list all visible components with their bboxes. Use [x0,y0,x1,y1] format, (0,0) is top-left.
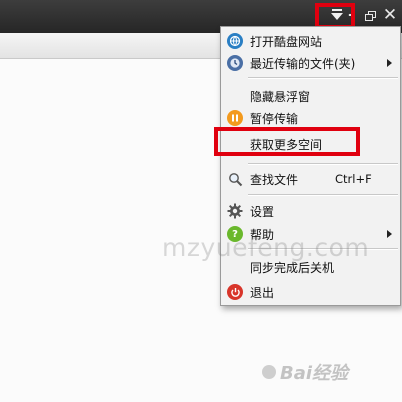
menu-separator [248,163,398,165]
submenu-arrow-icon [387,59,392,67]
menu-item-pause-transfer[interactable]: 暂停传输 [221,107,400,129]
logo-text: Bai经验 [280,363,349,384]
menu-item-label: 退出 [250,285,275,300]
menu-item-label: 查找文件 [250,172,299,187]
restore-button[interactable] [362,5,378,25]
menu-separator [248,77,398,79]
menu-separator [248,194,398,196]
menu-item-label: 打开酷盘网站 [250,34,323,49]
clock-icon [227,55,243,71]
menu-item-recent-transfers[interactable]: 最近传输的文件(夹) [221,52,400,74]
baidu-jingyan-logo: Bai经验 [262,359,348,385]
menu-item-open-website[interactable]: 打开酷盘网站 [221,30,400,52]
menu-item-settings[interactable]: 设置 [221,200,400,222]
menu-item-find-file[interactable]: 查找文件 Ctrl+F [221,168,400,190]
close-button[interactable]: ✕ [382,5,398,25]
watermark-text: mzyuefeng.com [162,233,370,262]
restore-icon [365,10,376,21]
context-menu: 打开酷盘网站 最近传输的文件(夹) 隐藏悬浮窗 暂停传输 获取更多空间 查找文件… [220,26,401,306]
highlight-box-get-more-space [214,127,360,156]
gear-icon [227,203,243,219]
paw-icon [262,365,276,379]
submenu-arrow-icon [387,230,392,238]
menu-item-exit[interactable]: 退出 [221,281,400,303]
power-icon [227,284,243,300]
pause-icon [227,110,243,126]
menu-item-label: 最近传输的文件(夹) [250,56,356,71]
globe-icon [227,33,243,49]
menu-item-label: 隐藏悬浮窗 [250,89,311,104]
menu-item-shortcut: Ctrl+F [335,172,372,186]
menu-item-label: 暂停传输 [250,111,299,126]
menu-item-hide-float-window[interactable]: 隐藏悬浮窗 [221,85,400,107]
menu-item-label: 设置 [250,204,275,219]
search-icon [227,171,243,187]
